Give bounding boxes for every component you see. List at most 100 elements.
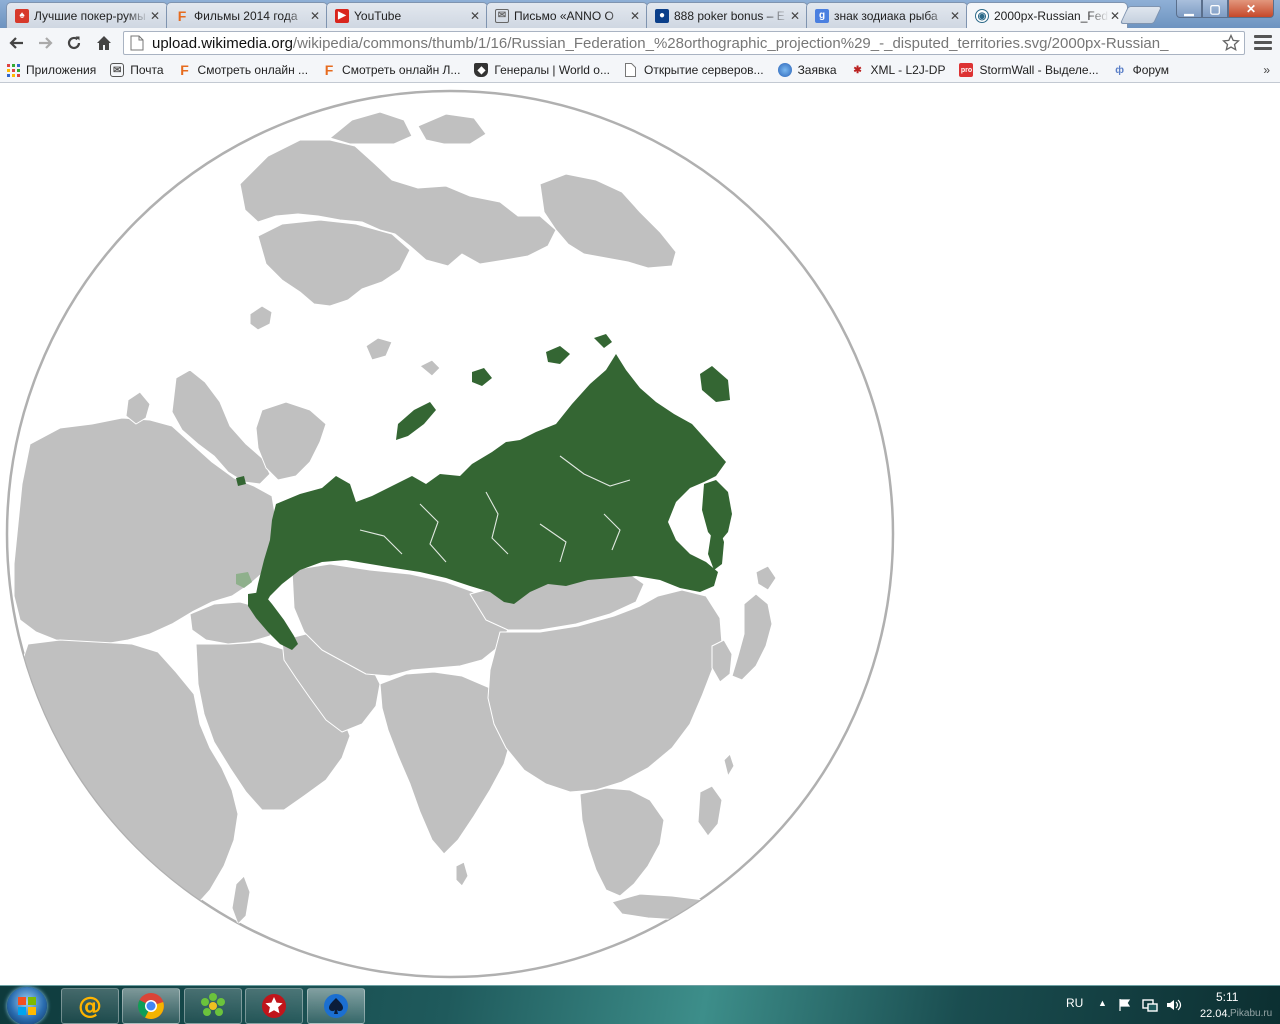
star-icon[interactable] [1222, 34, 1240, 52]
tab-title: YouTube [354, 8, 402, 23]
tab-mail[interactable]: ✉ Письмо «ANNO O ✕ [486, 2, 648, 28]
tab-888-poker[interactable]: ● 888 poker bonus – E ✕ [646, 2, 808, 28]
tab-google-search[interactable]: g знак зодиака рыба ✕ [806, 2, 968, 28]
paw-icon: ✱ [853, 64, 862, 76]
bookmark-watch-online-2[interactable]: F Смотреть онлайн Л... [322, 62, 461, 78]
chrome-icon [137, 993, 164, 1019]
more-bookmarks-button[interactable]: » [1263, 63, 1270, 77]
shield-icon: ◆ [474, 63, 489, 77]
windows-taskbar: @ RU ▲ 5:11 22.04. Pikabu.ru [0, 985, 1280, 1024]
icq-icon [201, 993, 225, 1016]
url-text: upload.wikimedia.org/wikipedia/commons/t… [152, 34, 1169, 52]
network-icon[interactable] [1142, 998, 1158, 1012]
home-button[interactable] [92, 31, 116, 55]
system-tray: RU ▲ 5:11 22.04. Pikabu.ru [1060, 986, 1280, 1024]
close-icon[interactable]: ✕ [629, 9, 641, 23]
bookmarks-bar: Приложения ✉ Почта F Смотреть онлайн ...… [0, 58, 1280, 83]
taskbar-pokerstars[interactable] [245, 988, 303, 1024]
taskbar-poker-client[interactable] [307, 988, 365, 1024]
f-site-icon: F [177, 7, 187, 24]
tab-films[interactable]: F Фильмы 2014 года ✕ [166, 2, 328, 28]
tab-youtube[interactable]: ▶ YouTube ✕ [326, 2, 488, 28]
page-content [0, 84, 1280, 985]
bookmark-watch-online-1[interactable]: F Смотреть онлайн ... [178, 62, 309, 78]
tab-title: 888 poker bonus – E [674, 8, 785, 23]
bookmark-forum[interactable]: ф Форум [1113, 63, 1169, 77]
poker-client-icon [324, 994, 348, 1018]
windows-logo-icon [18, 997, 36, 1015]
page-icon [624, 63, 638, 77]
youtube-icon: ▶ [335, 8, 349, 23]
888-icon: ● [655, 8, 669, 23]
bookmark-label: Смотреть онлайн Л... [342, 63, 461, 77]
bookmark-label: Почта [130, 63, 164, 77]
tab-title: Лучшие покер-румы [34, 8, 146, 23]
close-icon[interactable]: ✕ [789, 9, 801, 23]
mail-icon: ✉ [110, 63, 125, 77]
close-icon[interactable]: ✕ [469, 9, 481, 23]
home-icon [97, 36, 111, 50]
bookmark-application[interactable]: Заявка [777, 63, 837, 77]
tab-poker-rooms[interactable]: ♠ Лучшие покер-румы ✕ [6, 2, 168, 28]
bookmark-label: Открытие серверов... [643, 63, 764, 77]
australia-edge [691, 939, 877, 977]
google-icon: g [815, 8, 829, 23]
taskbar-chrome[interactable] [122, 988, 180, 1024]
flag-icon[interactable] [1118, 998, 1132, 1012]
new-guinea [769, 885, 835, 921]
menu-button[interactable] [1254, 35, 1272, 51]
bookmark-label: StormWall - Выделе... [979, 63, 1099, 77]
stormwall-icon: pro [959, 63, 974, 77]
tab-strip: ♠ Лучшие покер-румы ✕ F Фильмы 2014 года… [0, 0, 1280, 29]
f-site-icon: F [180, 62, 189, 78]
tab-wikimedia-map[interactable]: ◉ 2000px-Russian_Fed ✕ [966, 2, 1128, 29]
close-icon[interactable]: ✕ [949, 9, 961, 23]
bookmark-label: XML - L2J-DP [870, 63, 946, 77]
maximize-button[interactable]: ▢ [1202, 0, 1228, 18]
clock-time[interactable]: 5:11 [1216, 990, 1238, 1004]
new-tab-button[interactable] [1119, 6, 1163, 24]
mail-ru-agent-icon: @ [78, 992, 102, 1020]
address-bar[interactable]: upload.wikimedia.org/wikipedia/commons/t… [123, 31, 1245, 55]
bookmark-mail[interactable]: ✉ Почта [110, 63, 164, 77]
bookmark-label: Смотреть онлайн ... [197, 63, 309, 77]
reload-button[interactable] [62, 31, 86, 55]
apps-grid-icon [6, 63, 20, 77]
forward-arrow-icon [39, 37, 53, 49]
close-icon[interactable]: ✕ [149, 9, 161, 23]
forum-icon: ф [1115, 64, 1124, 76]
back-button[interactable] [5, 31, 29, 55]
poker-site-icon: ♠ [15, 8, 29, 23]
tab-title: 2000px-Russian_Fed [994, 9, 1109, 23]
bookmark-apps[interactable]: Приложения [6, 63, 96, 77]
tab-title: Письмо «ANNO O [514, 8, 614, 23]
bookmark-servers[interactable]: Открытие серверов... [624, 63, 764, 77]
tab-title: Фильмы 2014 года [194, 8, 298, 23]
taskbar-mail-agent[interactable]: @ [61, 988, 119, 1024]
pokerstars-icon [262, 994, 286, 1018]
mail-icon: ✉ [495, 8, 509, 23]
minimize-button[interactable]: ▁ [1176, 0, 1202, 18]
orthographic-map [5, 89, 895, 979]
start-button[interactable] [7, 987, 47, 1024]
bookmark-label: Приложения [26, 63, 97, 77]
close-icon[interactable]: ✕ [1109, 9, 1121, 23]
volume-icon[interactable] [1166, 998, 1182, 1012]
close-icon[interactable]: ✕ [309, 9, 321, 23]
back-arrow-icon [9, 37, 23, 49]
globe-icon [777, 63, 792, 77]
reload-icon [67, 36, 81, 50]
tab-title: знак зодиака рыба [834, 8, 938, 23]
bookmark-stormwall[interactable]: pro StormWall - Выделе... [959, 63, 1099, 77]
bookmark-xml[interactable]: ✱ XML - L2J-DP [851, 63, 946, 77]
language-indicator[interactable]: RU [1066, 996, 1083, 1010]
forward-button[interactable] [33, 31, 57, 55]
clock-date[interactable]: 22.04. [1200, 1008, 1231, 1020]
page-icon [130, 35, 144, 51]
bookmark-generals[interactable]: ◆ Генералы | World o... [474, 63, 610, 77]
close-window-button[interactable]: ✕ [1228, 0, 1274, 18]
show-hidden-icons-button[interactable]: ▲ [1098, 998, 1107, 1008]
wikimedia-icon: ◉ [975, 9, 989, 23]
browser-toolbar: upload.wikimedia.org/wikipedia/commons/t… [0, 28, 1280, 58]
taskbar-icq[interactable] [184, 988, 242, 1024]
